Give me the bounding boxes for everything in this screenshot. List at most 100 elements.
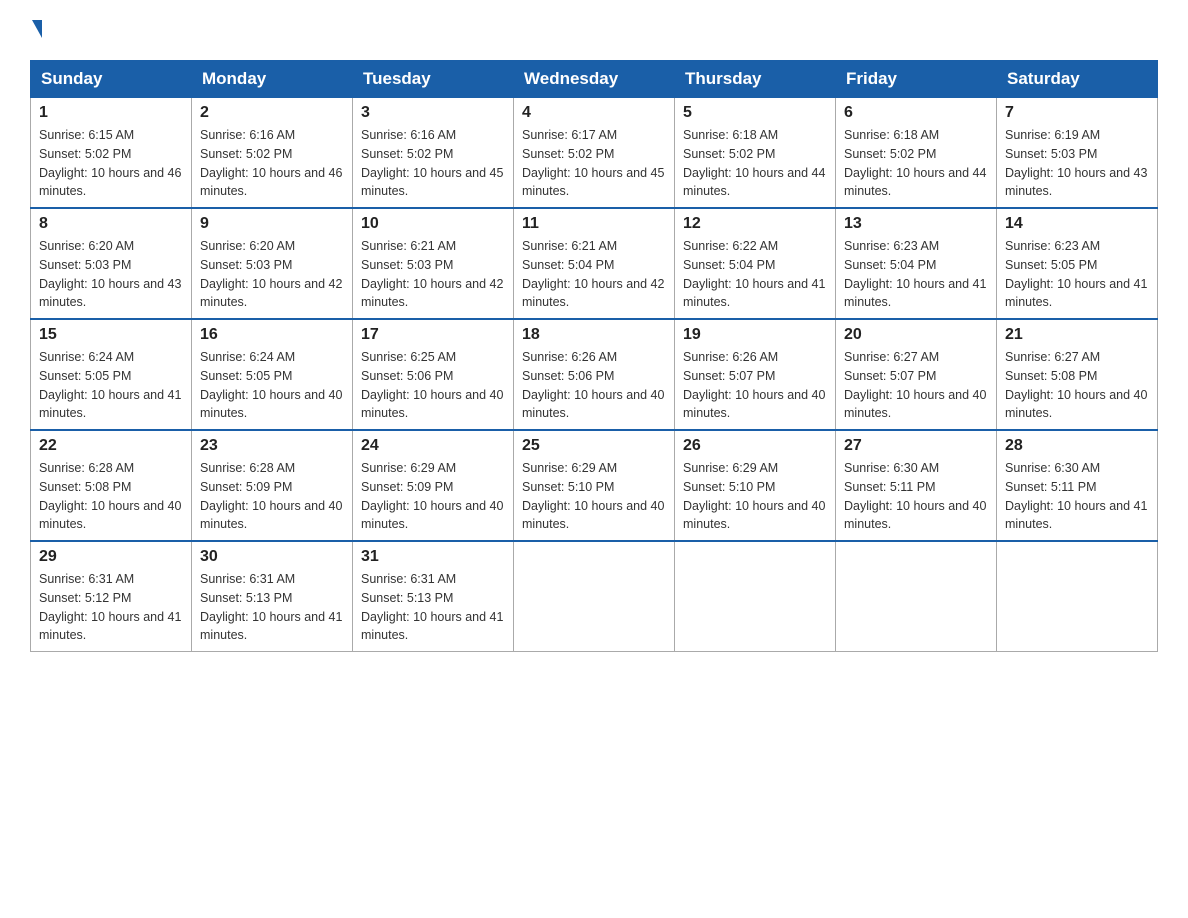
calendar-day-cell: 28 Sunrise: 6:30 AM Sunset: 5:11 PM Dayl… — [997, 430, 1158, 541]
calendar-day-cell — [675, 541, 836, 652]
day-number: 27 — [844, 437, 988, 455]
calendar-day-cell: 10 Sunrise: 6:21 AM Sunset: 5:03 PM Dayl… — [353, 208, 514, 319]
day-number: 11 — [522, 215, 666, 233]
day-info: Sunrise: 6:27 AM Sunset: 5:07 PM Dayligh… — [844, 348, 988, 423]
calendar-day-cell: 31 Sunrise: 6:31 AM Sunset: 5:13 PM Dayl… — [353, 541, 514, 652]
day-of-week-header: Monday — [192, 61, 353, 98]
calendar-week-row: 22 Sunrise: 6:28 AM Sunset: 5:08 PM Dayl… — [31, 430, 1158, 541]
day-of-week-header: Wednesday — [514, 61, 675, 98]
day-info: Sunrise: 6:31 AM Sunset: 5:13 PM Dayligh… — [361, 570, 505, 645]
calendar-day-cell: 3 Sunrise: 6:16 AM Sunset: 5:02 PM Dayli… — [353, 98, 514, 209]
day-number: 13 — [844, 215, 988, 233]
page-header — [30, 20, 1158, 40]
day-number: 1 — [39, 104, 183, 122]
calendar-day-cell: 23 Sunrise: 6:28 AM Sunset: 5:09 PM Dayl… — [192, 430, 353, 541]
day-number: 30 — [200, 548, 344, 566]
day-info: Sunrise: 6:28 AM Sunset: 5:09 PM Dayligh… — [200, 459, 344, 534]
calendar-header-row: SundayMondayTuesdayWednesdayThursdayFrid… — [31, 61, 1158, 98]
day-info: Sunrise: 6:29 AM Sunset: 5:10 PM Dayligh… — [683, 459, 827, 534]
day-number: 29 — [39, 548, 183, 566]
calendar-day-cell: 2 Sunrise: 6:16 AM Sunset: 5:02 PM Dayli… — [192, 98, 353, 209]
day-number: 26 — [683, 437, 827, 455]
day-info: Sunrise: 6:21 AM Sunset: 5:04 PM Dayligh… — [522, 237, 666, 312]
calendar-day-cell: 15 Sunrise: 6:24 AM Sunset: 5:05 PM Dayl… — [31, 319, 192, 430]
day-info: Sunrise: 6:31 AM Sunset: 5:13 PM Dayligh… — [200, 570, 344, 645]
calendar-day-cell: 24 Sunrise: 6:29 AM Sunset: 5:09 PM Dayl… — [353, 430, 514, 541]
calendar-day-cell: 11 Sunrise: 6:21 AM Sunset: 5:04 PM Dayl… — [514, 208, 675, 319]
day-of-week-header: Tuesday — [353, 61, 514, 98]
calendar-day-cell: 6 Sunrise: 6:18 AM Sunset: 5:02 PM Dayli… — [836, 98, 997, 209]
day-info: Sunrise: 6:25 AM Sunset: 5:06 PM Dayligh… — [361, 348, 505, 423]
calendar-day-cell: 5 Sunrise: 6:18 AM Sunset: 5:02 PM Dayli… — [675, 98, 836, 209]
calendar-day-cell: 16 Sunrise: 6:24 AM Sunset: 5:05 PM Dayl… — [192, 319, 353, 430]
day-info: Sunrise: 6:20 AM Sunset: 5:03 PM Dayligh… — [200, 237, 344, 312]
calendar-day-cell: 14 Sunrise: 6:23 AM Sunset: 5:05 PM Dayl… — [997, 208, 1158, 319]
calendar-day-cell: 25 Sunrise: 6:29 AM Sunset: 5:10 PM Dayl… — [514, 430, 675, 541]
day-number: 15 — [39, 326, 183, 344]
calendar-day-cell: 9 Sunrise: 6:20 AM Sunset: 5:03 PM Dayli… — [192, 208, 353, 319]
logo — [30, 20, 42, 40]
day-info: Sunrise: 6:30 AM Sunset: 5:11 PM Dayligh… — [1005, 459, 1149, 534]
day-info: Sunrise: 6:16 AM Sunset: 5:02 PM Dayligh… — [361, 126, 505, 201]
day-info: Sunrise: 6:23 AM Sunset: 5:05 PM Dayligh… — [1005, 237, 1149, 312]
calendar-day-cell: 7 Sunrise: 6:19 AM Sunset: 5:03 PM Dayli… — [997, 98, 1158, 209]
calendar-day-cell: 20 Sunrise: 6:27 AM Sunset: 5:07 PM Dayl… — [836, 319, 997, 430]
calendar-day-cell: 12 Sunrise: 6:22 AM Sunset: 5:04 PM Dayl… — [675, 208, 836, 319]
calendar-week-row: 1 Sunrise: 6:15 AM Sunset: 5:02 PM Dayli… — [31, 98, 1158, 209]
calendar-day-cell: 13 Sunrise: 6:23 AM Sunset: 5:04 PM Dayl… — [836, 208, 997, 319]
calendar-day-cell — [997, 541, 1158, 652]
day-number: 14 — [1005, 215, 1149, 233]
day-info: Sunrise: 6:30 AM Sunset: 5:11 PM Dayligh… — [844, 459, 988, 534]
day-number: 6 — [844, 104, 988, 122]
calendar-day-cell: 22 Sunrise: 6:28 AM Sunset: 5:08 PM Dayl… — [31, 430, 192, 541]
day-of-week-header: Sunday — [31, 61, 192, 98]
day-number: 7 — [1005, 104, 1149, 122]
day-number: 17 — [361, 326, 505, 344]
calendar-day-cell: 8 Sunrise: 6:20 AM Sunset: 5:03 PM Dayli… — [31, 208, 192, 319]
calendar-day-cell: 30 Sunrise: 6:31 AM Sunset: 5:13 PM Dayl… — [192, 541, 353, 652]
day-number: 22 — [39, 437, 183, 455]
calendar-day-cell: 21 Sunrise: 6:27 AM Sunset: 5:08 PM Dayl… — [997, 319, 1158, 430]
day-number: 3 — [361, 104, 505, 122]
day-number: 8 — [39, 215, 183, 233]
day-number: 9 — [200, 215, 344, 233]
day-info: Sunrise: 6:21 AM Sunset: 5:03 PM Dayligh… — [361, 237, 505, 312]
day-info: Sunrise: 6:24 AM Sunset: 5:05 PM Dayligh… — [39, 348, 183, 423]
day-of-week-header: Friday — [836, 61, 997, 98]
day-of-week-header: Thursday — [675, 61, 836, 98]
calendar-day-cell: 27 Sunrise: 6:30 AM Sunset: 5:11 PM Dayl… — [836, 430, 997, 541]
day-number: 18 — [522, 326, 666, 344]
day-info: Sunrise: 6:26 AM Sunset: 5:06 PM Dayligh… — [522, 348, 666, 423]
day-number: 25 — [522, 437, 666, 455]
day-info: Sunrise: 6:28 AM Sunset: 5:08 PM Dayligh… — [39, 459, 183, 534]
day-info: Sunrise: 6:26 AM Sunset: 5:07 PM Dayligh… — [683, 348, 827, 423]
day-number: 28 — [1005, 437, 1149, 455]
day-info: Sunrise: 6:18 AM Sunset: 5:02 PM Dayligh… — [683, 126, 827, 201]
day-number: 23 — [200, 437, 344, 455]
calendar-day-cell: 18 Sunrise: 6:26 AM Sunset: 5:06 PM Dayl… — [514, 319, 675, 430]
day-number: 20 — [844, 326, 988, 344]
day-info: Sunrise: 6:19 AM Sunset: 5:03 PM Dayligh… — [1005, 126, 1149, 201]
day-number: 10 — [361, 215, 505, 233]
calendar-day-cell: 19 Sunrise: 6:26 AM Sunset: 5:07 PM Dayl… — [675, 319, 836, 430]
day-info: Sunrise: 6:18 AM Sunset: 5:02 PM Dayligh… — [844, 126, 988, 201]
calendar-day-cell: 1 Sunrise: 6:15 AM Sunset: 5:02 PM Dayli… — [31, 98, 192, 209]
day-info: Sunrise: 6:16 AM Sunset: 5:02 PM Dayligh… — [200, 126, 344, 201]
day-number: 16 — [200, 326, 344, 344]
day-number: 12 — [683, 215, 827, 233]
day-number: 4 — [522, 104, 666, 122]
day-info: Sunrise: 6:15 AM Sunset: 5:02 PM Dayligh… — [39, 126, 183, 201]
day-number: 5 — [683, 104, 827, 122]
day-info: Sunrise: 6:27 AM Sunset: 5:08 PM Dayligh… — [1005, 348, 1149, 423]
calendar-day-cell: 17 Sunrise: 6:25 AM Sunset: 5:06 PM Dayl… — [353, 319, 514, 430]
calendar-table: SundayMondayTuesdayWednesdayThursdayFrid… — [30, 60, 1158, 652]
day-info: Sunrise: 6:22 AM Sunset: 5:04 PM Dayligh… — [683, 237, 827, 312]
day-info: Sunrise: 6:29 AM Sunset: 5:10 PM Dayligh… — [522, 459, 666, 534]
calendar-day-cell — [514, 541, 675, 652]
day-info: Sunrise: 6:24 AM Sunset: 5:05 PM Dayligh… — [200, 348, 344, 423]
day-number: 24 — [361, 437, 505, 455]
calendar-day-cell: 4 Sunrise: 6:17 AM Sunset: 5:02 PM Dayli… — [514, 98, 675, 209]
calendar-day-cell: 29 Sunrise: 6:31 AM Sunset: 5:12 PM Dayl… — [31, 541, 192, 652]
calendar-day-cell: 26 Sunrise: 6:29 AM Sunset: 5:10 PM Dayl… — [675, 430, 836, 541]
day-info: Sunrise: 6:31 AM Sunset: 5:12 PM Dayligh… — [39, 570, 183, 645]
